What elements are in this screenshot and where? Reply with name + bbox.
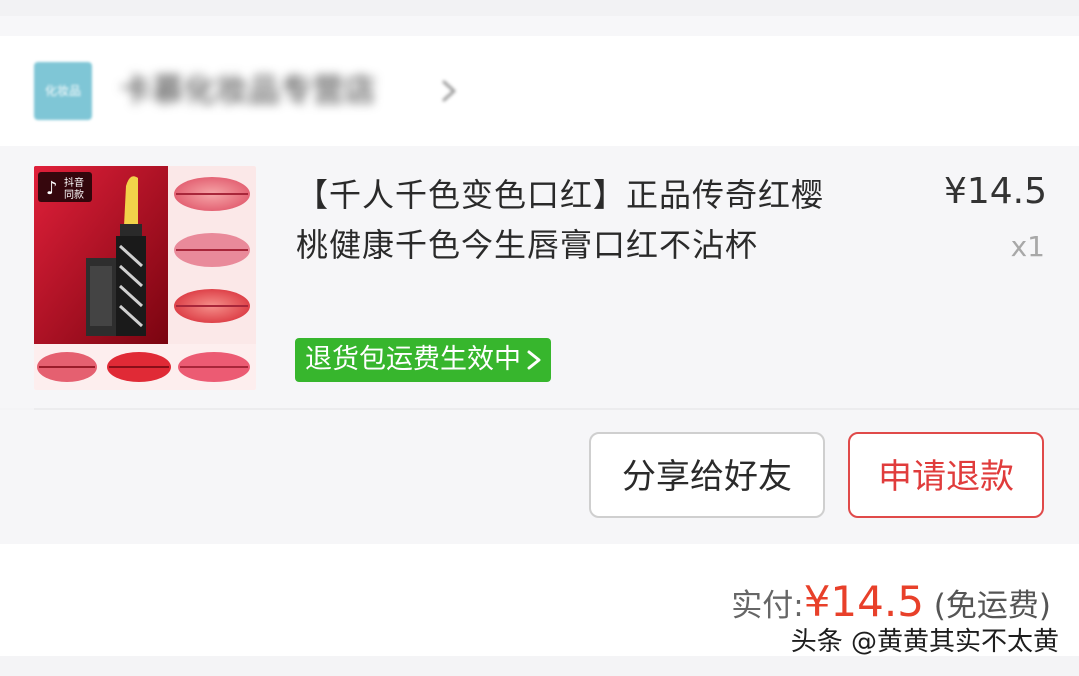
top-band xyxy=(0,0,1079,16)
order-actions: 分享给好友 申请退款 xyxy=(0,410,1079,544)
product-title-line2: 桃健康千色今生唇膏口红不沾杯 xyxy=(296,226,759,264)
share-button[interactable]: 分享给好友 xyxy=(589,432,825,518)
chevron-right-icon[interactable] xyxy=(436,78,462,104)
shop-name[interactable]: 卡慕化妆品专营店 xyxy=(120,70,376,110)
order-item[interactable]: ♪ 抖音 同款 【千人千色变色口红】正品传奇红樱 桃健康千色今生唇膏口红不沾杯 … xyxy=(0,146,1079,408)
product-title[interactable]: 【千人千色变色口红】正品传奇红樱 桃健康千色今生唇膏口红不沾杯 xyxy=(296,170,896,270)
paid-amount: ¥14.5 xyxy=(803,577,924,626)
shop-logo: 化妆品 xyxy=(34,62,92,120)
refund-button[interactable]: 申请退款 xyxy=(848,432,1044,518)
shop-header[interactable]: 化妆品 卡慕化妆品专营店 xyxy=(0,36,1079,146)
paid-line: 实付:¥14.5 (免运费) xyxy=(731,576,1051,628)
watermark: 头条 @黄黄其实不太黄 xyxy=(790,627,1059,657)
section-divider xyxy=(0,16,1079,36)
image-tag-top: 抖音 xyxy=(64,176,84,189)
chevron-right-icon xyxy=(527,350,541,370)
return-shipping-badge[interactable]: 退货包运费生效中 xyxy=(295,338,551,382)
product-image[interactable]: ♪ 抖音 同款 xyxy=(34,166,256,390)
tiktok-icon: ♪ xyxy=(46,178,58,199)
product-price: ¥14.5 xyxy=(943,171,1047,212)
return-badge-label: 退货包运费生效中 xyxy=(305,344,521,375)
product-quantity: x1 xyxy=(1010,230,1045,263)
shop-logo-text: 化妆品 xyxy=(44,84,81,98)
paid-label: 实付: xyxy=(731,588,804,624)
product-title-line1: 【千人千色变色口红】正品传奇红樱 xyxy=(296,176,825,214)
image-tag-bottom: 同款 xyxy=(64,188,84,201)
shipping-note: (免运费) xyxy=(933,588,1051,624)
